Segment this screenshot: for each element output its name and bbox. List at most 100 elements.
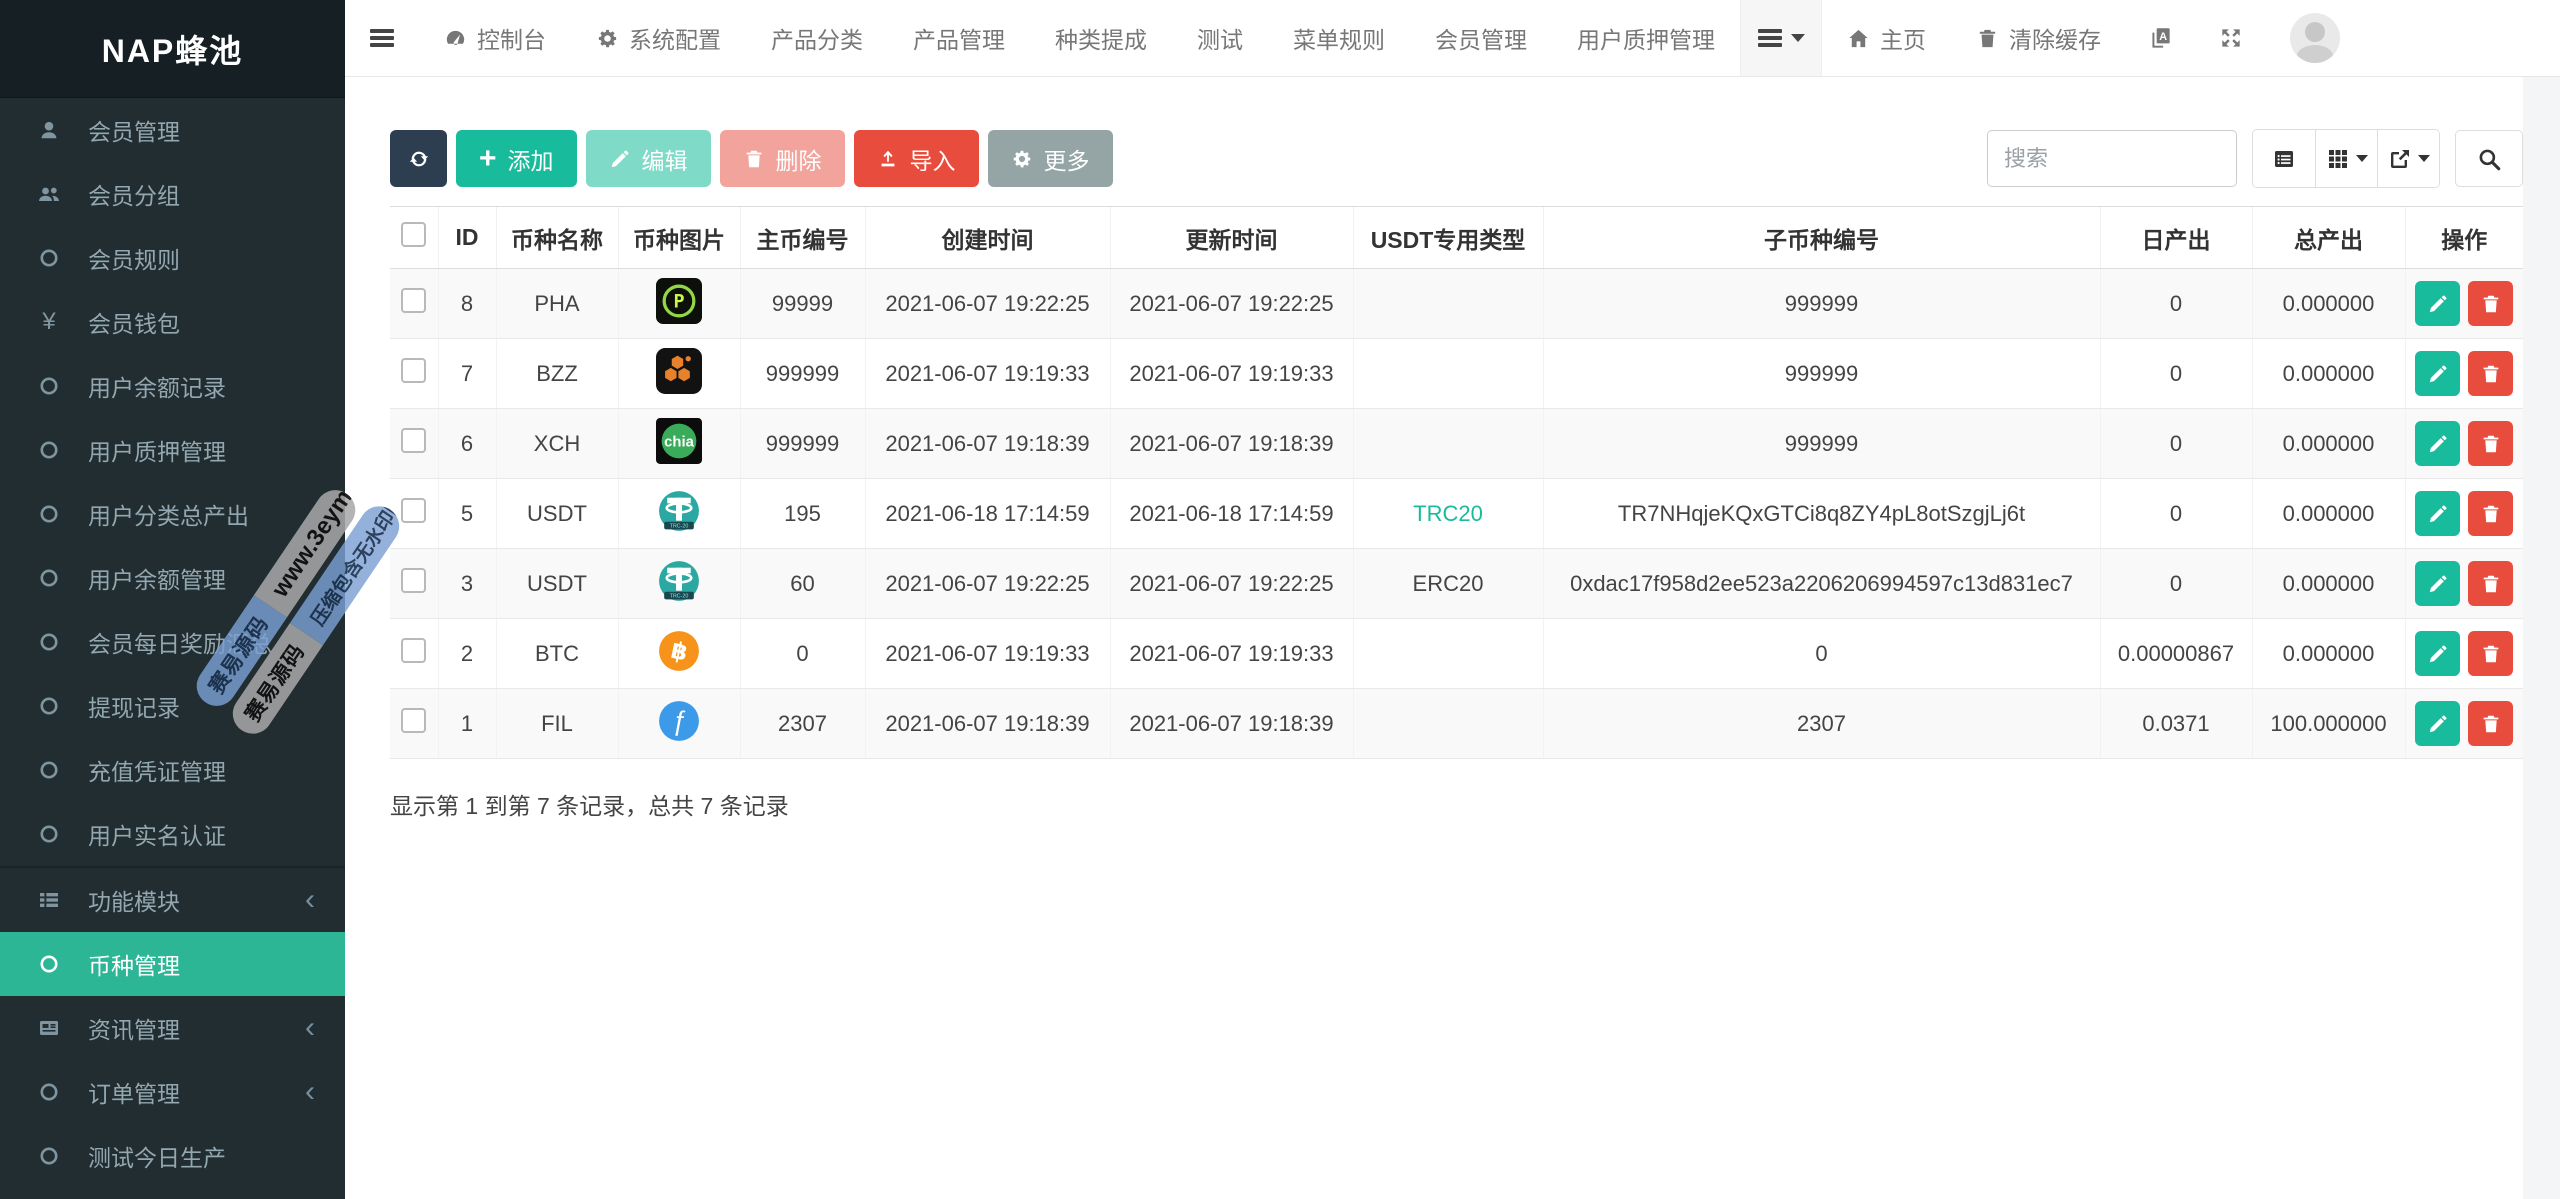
row-edit-button[interactable]	[2415, 421, 2460, 466]
row-checkbox[interactable]	[401, 498, 426, 523]
sidebar-toggle-button[interactable]	[345, 0, 419, 76]
sidebar-item-2[interactable]: 会员分组	[0, 162, 345, 226]
menu-dropdown-button[interactable]	[1740, 0, 1822, 76]
row-delete-button[interactable]	[2468, 491, 2513, 536]
sidebar-item-8[interactable]: 用户余额管理	[0, 546, 345, 610]
sidebar-item-12[interactable]: 用户实名认证	[0, 802, 345, 866]
updated-time: 2021-06-07 19:22:25	[1129, 571, 1333, 596]
fullscreen-button[interactable]	[2196, 0, 2266, 76]
row-edit-button[interactable]	[2415, 281, 2460, 326]
bzz-coin-icon	[656, 348, 702, 394]
sub-code: TR7NHqjeKQxGTCi8q8ZY4pL8otSzgjLj6t	[1618, 501, 2025, 526]
sidebar-item-label: 充值凭证管理	[88, 753, 226, 787]
user-avatar[interactable]	[2290, 13, 2340, 63]
circle-icon	[36, 501, 62, 527]
main-code: 99999	[772, 291, 833, 316]
sidebar-item-11[interactable]: 充值凭证管理	[0, 738, 345, 802]
nav-item-8[interactable]: 会员管理	[1410, 0, 1552, 76]
select-all-checkbox[interactable]	[401, 222, 426, 247]
grid-icon	[2326, 147, 2350, 171]
edit-button[interactable]: 编辑	[586, 130, 711, 187]
app-logo: NAP蜂池	[0, 0, 345, 98]
table-row: 1FILƒ23072021-06-07 19:18:392021-06-07 1…	[390, 689, 2523, 759]
coins-table: ID币种名称币种图片主币编号创建时间更新时间USDT专用类型子币种编号日产出总产…	[390, 206, 2523, 759]
row-edit-button[interactable]	[2415, 561, 2460, 606]
sidebar-item-6[interactable]: 用户质押管理	[0, 418, 345, 482]
sidebar-item-13[interactable]: 功能模块‹	[0, 868, 345, 932]
sidebar-item-17[interactable]: 测试今日生产	[0, 1124, 345, 1188]
row-edit-button[interactable]	[2415, 631, 2460, 676]
row-delete-button[interactable]	[2468, 281, 2513, 326]
column-header: 日产出	[2100, 207, 2252, 269]
row-checkbox[interactable]	[401, 288, 426, 313]
home-button[interactable]: 主页	[1822, 0, 1951, 76]
row-checkbox[interactable]	[401, 358, 426, 383]
clear-cache-button[interactable]: 清除缓存	[1951, 0, 2126, 76]
row-edit-button[interactable]	[2415, 491, 2460, 536]
sidebar-item-4[interactable]: ¥会员钱包	[0, 290, 345, 354]
row-edit-button[interactable]	[2415, 351, 2460, 396]
columns-button[interactable]	[2315, 130, 2377, 187]
total-output: 0.000000	[2283, 571, 2375, 596]
sidebar-item-1[interactable]: 会员管理	[0, 98, 345, 162]
nav-item-label: 产品管理	[913, 21, 1005, 55]
sidebar-menu: 会员管理会员分组会员规则¥会员钱包用户余额记录用户质押管理用户分类总产出用户余额…	[0, 98, 345, 1199]
refresh-button[interactable]	[390, 130, 447, 187]
circle-icon	[36, 1143, 62, 1169]
total-output: 0.000000	[2283, 431, 2375, 456]
export-button[interactable]	[2377, 130, 2439, 187]
column-header: 主币编号	[740, 207, 865, 269]
gear-icon	[596, 27, 619, 50]
column-header: USDT专用类型	[1353, 207, 1543, 269]
sidebar-item-5[interactable]: 用户余额记录	[0, 354, 345, 418]
records-summary: 显示第 1 到第 7 条记录，总共 7 条记录	[390, 787, 2523, 821]
created-time: 2021-06-07 19:18:39	[885, 431, 1089, 456]
sidebar-item-9[interactable]: 会员每日奖励汇总	[0, 610, 345, 674]
delete-button[interactable]: 删除	[720, 130, 845, 187]
updated-time: 2021-06-07 19:22:25	[1129, 291, 1333, 316]
more-button[interactable]: 更多	[988, 130, 1113, 187]
row-checkbox[interactable]	[401, 568, 426, 593]
nav-item-6[interactable]: 测试	[1172, 0, 1268, 76]
sub-code: 2307	[1797, 711, 1846, 736]
nav-item-7[interactable]: 菜单规则	[1268, 0, 1410, 76]
language-button[interactable]: A	[2126, 0, 2196, 76]
nav-item-1[interactable]: 控制台	[419, 0, 571, 76]
row-delete-button[interactable]	[2468, 631, 2513, 676]
sidebar-item-7[interactable]: 用户分类总产出	[0, 482, 345, 546]
daily-output: 0.00000867	[2118, 641, 2234, 666]
nav-item-2[interactable]: 系统配置	[571, 0, 746, 76]
sidebar-item-16[interactable]: 订单管理‹	[0, 1060, 345, 1124]
nav-item-3[interactable]: 产品分类	[746, 0, 888, 76]
hamburger-icon	[370, 26, 394, 50]
row-id: 3	[461, 571, 473, 596]
sidebar-item-3[interactable]: 会员规则	[0, 226, 345, 290]
menu-lines-icon	[1758, 26, 1782, 50]
created-time: 2021-06-07 19:22:25	[885, 571, 1089, 596]
search-submit-button[interactable]	[2455, 130, 2523, 187]
row-delete-button[interactable]	[2468, 351, 2513, 396]
nav-item-9[interactable]: 用户质押管理	[1552, 0, 1740, 76]
toggle-view-button[interactable]	[2253, 130, 2315, 187]
search-input[interactable]	[1987, 130, 2237, 187]
row-checkbox[interactable]	[401, 428, 426, 453]
row-edit-button[interactable]	[2415, 701, 2460, 746]
trash-icon	[2480, 293, 2502, 315]
nav-item-4[interactable]: 产品管理	[888, 0, 1030, 76]
row-delete-button[interactable]	[2468, 561, 2513, 606]
total-output: 0.000000	[2283, 291, 2375, 316]
row-delete-button[interactable]	[2468, 701, 2513, 746]
usdt-type[interactable]: TRC20	[1413, 501, 1483, 526]
toolbar-right	[1987, 129, 2523, 188]
sidebar-item-10[interactable]: 提现记录	[0, 674, 345, 738]
trash-icon	[2480, 503, 2502, 525]
row-delete-button[interactable]	[2468, 421, 2513, 466]
import-button[interactable]: 导入	[854, 130, 979, 187]
add-button[interactable]: +添加	[456, 130, 577, 187]
sidebar-item-14[interactable]: 币种管理	[0, 932, 345, 996]
sidebar-item-15[interactable]: 资讯管理‹	[0, 996, 345, 1060]
row-checkbox[interactable]	[401, 638, 426, 663]
row-checkbox[interactable]	[401, 708, 426, 733]
nav-item-label: 产品分类	[771, 21, 863, 55]
nav-item-5[interactable]: 种类提成	[1030, 0, 1172, 76]
